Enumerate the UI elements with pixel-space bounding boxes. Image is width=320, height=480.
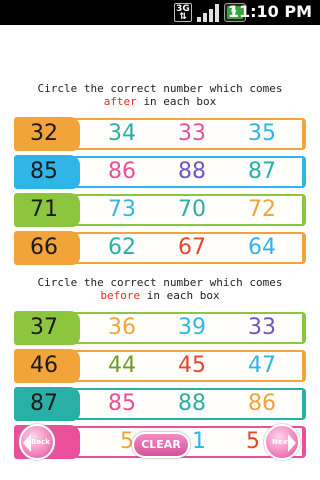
- answer-option[interactable]: 88: [162, 387, 222, 421]
- network-3g-icon: 3G ⇅: [174, 3, 192, 22]
- given-number: 87: [14, 387, 80, 421]
- next-arrow-icon: [288, 434, 296, 452]
- back-button[interactable]: Back: [19, 424, 55, 460]
- answer-option[interactable]: 64: [232, 231, 292, 265]
- question-row: 66 62 67 64: [14, 231, 306, 265]
- given-number: 37: [14, 311, 80, 345]
- given-number: 32: [14, 117, 80, 151]
- answer-option[interactable]: 34: [92, 117, 152, 151]
- answer-option[interactable]: 45: [162, 349, 222, 383]
- answer-option[interactable]: 72: [232, 193, 292, 227]
- question-row: 46 44 45 47: [14, 349, 306, 383]
- answer-option[interactable]: 88: [162, 155, 222, 189]
- answer-option[interactable]: 33: [232, 311, 292, 345]
- answer-option[interactable]: 36: [92, 311, 152, 345]
- status-bar: 3G ⇅ ϟ 11:10 PM: [0, 0, 320, 25]
- question-row: 37 36 39 33: [14, 311, 306, 345]
- next-button[interactable]: Next: [264, 424, 300, 460]
- answer-option[interactable]: 39: [162, 311, 222, 345]
- instruction-rest: in each box: [146, 289, 220, 302]
- question-row: 32 34 33 35: [14, 117, 306, 151]
- answer-option[interactable]: 70: [162, 193, 222, 227]
- question-row: 71 73 70 72: [14, 193, 306, 227]
- instruction-after: Circle the correct number which comes af…: [0, 82, 320, 108]
- clear-button[interactable]: CLEAR: [132, 432, 190, 458]
- answer-option[interactable]: 86: [92, 155, 152, 189]
- answer-option[interactable]: 73: [92, 193, 152, 227]
- back-arrow-icon: [23, 434, 31, 452]
- instruction-line: Circle the correct number which comes: [37, 82, 283, 95]
- instruction-before: Circle the correct number which comes be…: [0, 276, 320, 302]
- back-label: Back: [31, 438, 50, 446]
- instruction-keyword-before: before: [100, 289, 141, 302]
- given-number: 46: [14, 349, 80, 383]
- answer-option[interactable]: 87: [232, 155, 292, 189]
- answer-option[interactable]: 35: [232, 117, 292, 151]
- given-number: 71: [14, 193, 80, 227]
- instruction-rest: in each box: [143, 95, 217, 108]
- instruction-keyword-after: after: [103, 95, 137, 108]
- given-number: 66: [14, 231, 80, 265]
- answer-option[interactable]: 33: [162, 117, 222, 151]
- answer-option[interactable]: 62: [92, 231, 152, 265]
- question-row: 87 85 88 86: [14, 387, 306, 421]
- signal-strength-icon: [197, 3, 219, 22]
- clock: 11:10 PM: [227, 2, 312, 21]
- answer-option[interactable]: 44: [92, 349, 152, 383]
- answer-option[interactable]: 86: [232, 387, 292, 421]
- answer-option[interactable]: 1: [192, 425, 252, 459]
- given-number: 85: [14, 155, 80, 189]
- question-row: 85 86 88 87: [14, 155, 306, 189]
- answer-option[interactable]: 47: [232, 349, 292, 383]
- answer-option[interactable]: 85: [92, 387, 152, 421]
- answer-option[interactable]: 67: [162, 231, 222, 265]
- instruction-line: Circle the correct number which comes: [37, 276, 283, 289]
